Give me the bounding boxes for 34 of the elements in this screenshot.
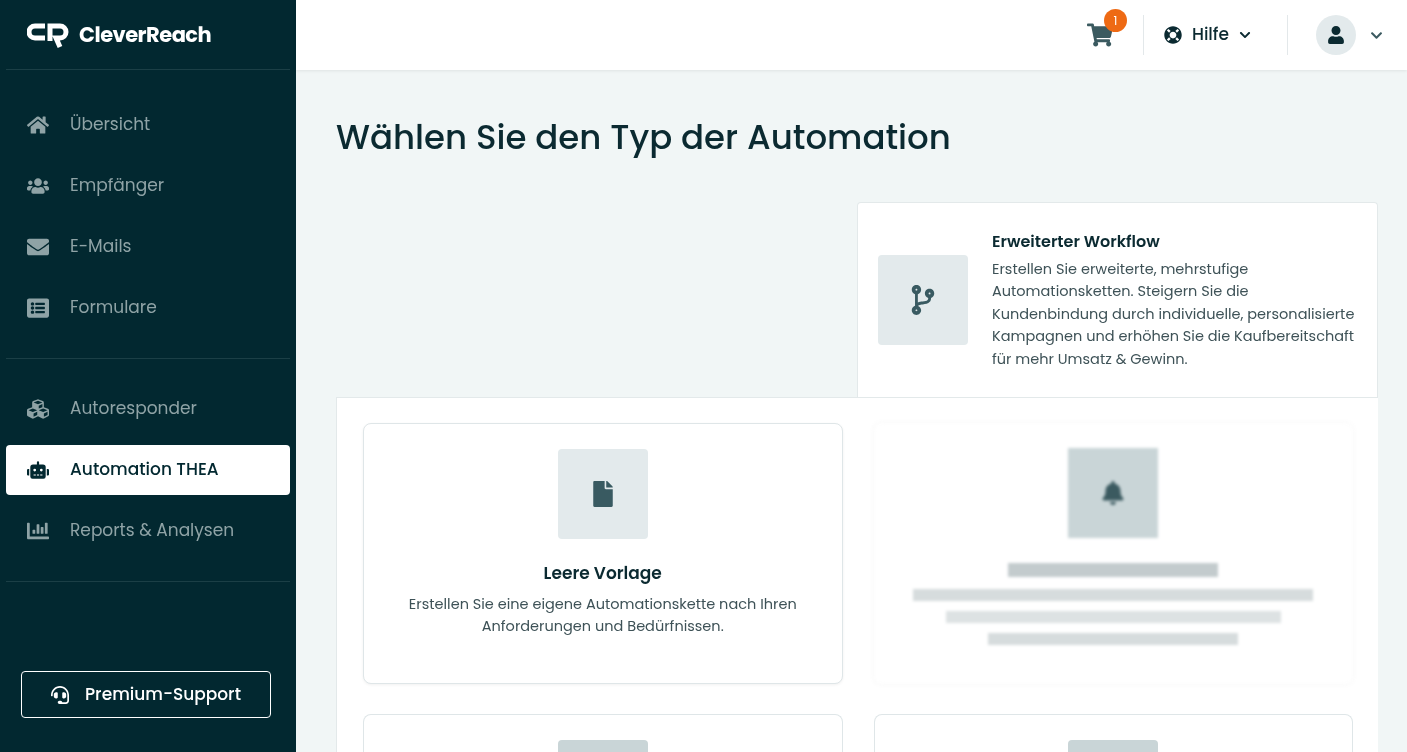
users-icon — [26, 175, 50, 197]
card-title: Leere Vorlage — [543, 561, 662, 587]
workflow-card[interactable] — [857, 202, 1378, 397]
brand-name: CleverReach — [79, 18, 212, 51]
help-menu[interactable]: Hilfe — [1159, 22, 1255, 48]
sidebar-item[interactable]: Automation THEA — [6, 445, 290, 495]
card-description: Erstellen Sie erweiterte, mehrstufige Automationsketten. Steigern Sie die Kundenbindung durch individuelle, personalisierte Kampagnen und erhöhen Sie die Kaufbereitschaft für mehr Umsatz & Gewinn. — [992, 257, 1356, 371]
envelope-icon — [26, 236, 50, 258]
bar-chart-icon — [26, 520, 50, 542]
page-title: Wählen Sie den Typ der Automation — [336, 115, 952, 159]
chevron-down-icon — [1239, 29, 1251, 41]
cart-count-badge: 1 — [1103, 9, 1127, 32]
sidebar-item[interactable]: E-Mails — [6, 222, 290, 272]
headset-icon — [51, 685, 69, 704]
sidebar-item[interactable]: Reports & Analysen — [6, 506, 290, 556]
file-icon — [557, 449, 648, 539]
support-button[interactable]: Premium-Support — [21, 671, 271, 718]
sidebar-item[interactable]: Empfänger — [6, 161, 290, 211]
home-icon — [26, 114, 50, 136]
robot-icon — [26, 459, 50, 481]
card-title: Erweiterter Workflow — [992, 229, 1161, 254]
template-card[interactable]: Leere Vorlage Erstellen Sie eine eigene Automationskette nach Ihren Anforderungen und Bedürfnissen. — [363, 423, 843, 684]
bell-icon — [1068, 448, 1159, 538]
cubes-icon — [26, 398, 50, 420]
sidebar-item[interactable]: Formulare — [6, 283, 290, 333]
cart-icon[interactable] — [1086, 22, 1113, 48]
sidebar-item[interactable]: Übersicht — [6, 100, 290, 150]
card-description: Erstellen Sie eine eigene Automationskette nach Ihren Anforderungen und Bedürfnissen. — [407, 592, 798, 637]
avatar-icon — [1316, 15, 1356, 55]
user-menu[interactable] — [1316, 15, 1383, 55]
sidebar-item[interactable]: Autoresponder — [6, 384, 290, 434]
list-icon — [26, 297, 50, 319]
lifebuoy-icon — [1163, 26, 1182, 44]
branch-icon — [878, 255, 968, 345]
